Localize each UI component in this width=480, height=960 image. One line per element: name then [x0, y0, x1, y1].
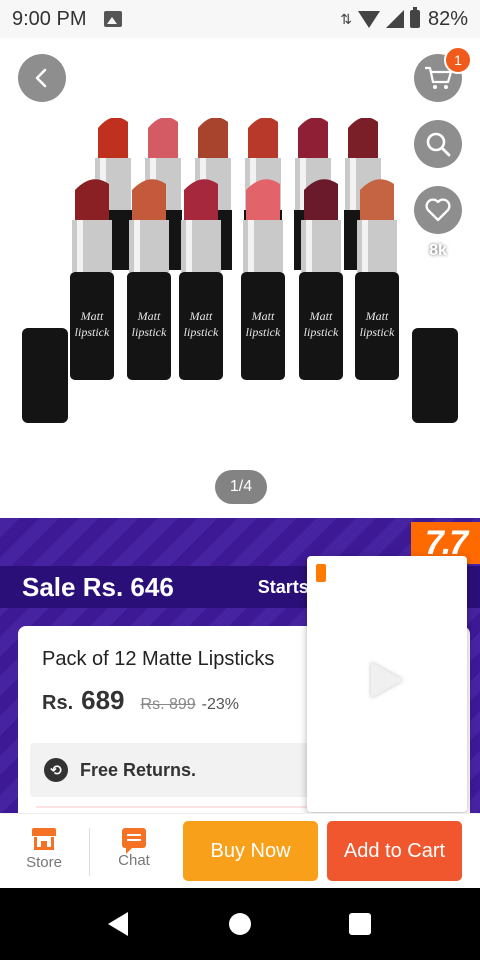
divider	[89, 828, 90, 876]
status-bar: 9:00 PM ⇅ 82%	[0, 0, 480, 38]
lipstick-cap	[412, 328, 458, 423]
cart-count-badge: 1	[444, 46, 472, 74]
lipstick-item: Matt lipstick	[299, 179, 343, 380]
system-navigation-bar	[0, 888, 480, 960]
chat-icon	[122, 828, 146, 854]
system-back-icon[interactable]	[108, 912, 128, 936]
lipstick-item: Matt lipstick	[355, 179, 399, 380]
lipstick-item: Matt lipstick	[127, 179, 171, 380]
chevron-left-icon	[35, 68, 47, 88]
return-icon: ⟲	[44, 758, 68, 782]
add-to-cart-button[interactable]: Add to Cart	[327, 821, 462, 881]
svg-text:Matt: Matt	[80, 309, 104, 323]
bottom-action-bar: Store Chat Buy Now Add to Cart	[0, 813, 480, 888]
discount-percent: -23%	[201, 696, 240, 713]
search-icon	[426, 132, 451, 157]
status-icons: ⇅ 82%	[340, 7, 468, 31]
sale-starts-text: Starts	[257, 576, 309, 597]
lipstick-item: Matt lipstick	[70, 179, 114, 380]
sale-price: Sale Rs. 646	[22, 571, 174, 602]
svg-text:lipstick: lipstick	[184, 325, 219, 339]
play-icon[interactable]	[371, 662, 403, 698]
svg-text:lipstick: lipstick	[304, 325, 339, 339]
status-time: 9:00 PM	[12, 7, 87, 30]
chat-label: Chat	[118, 852, 150, 869]
wishlist-count: 8k	[429, 242, 447, 259]
lipstick-item: Matt lipstick	[179, 179, 223, 380]
system-recents-icon[interactable]	[349, 913, 371, 935]
svg-text:Matt: Matt	[137, 309, 161, 323]
video-tag-icon	[316, 564, 326, 582]
image-page-indicator: 1/4	[215, 470, 267, 504]
svg-text:lipstick: lipstick	[360, 325, 395, 339]
lipstick-cap	[22, 328, 68, 423]
original-price: Rs. 899	[140, 696, 196, 713]
system-home-icon[interactable]	[229, 913, 251, 935]
svg-text:lipstick: lipstick	[132, 325, 167, 339]
store-label: Store	[26, 854, 62, 871]
lipstick-item: Matt lipstick	[241, 179, 285, 380]
battery-percent: 82%	[427, 7, 468, 30]
heart-icon	[425, 198, 451, 222]
back-button[interactable]	[18, 54, 66, 102]
chat-button[interactable]: Chat	[104, 828, 164, 869]
svg-text:Matt: Matt	[251, 309, 275, 323]
svg-text:Matt: Matt	[309, 309, 333, 323]
wishlist-button[interactable]	[414, 186, 462, 234]
cell-signal-icon	[385, 10, 404, 28]
svg-text:lipstick: lipstick	[246, 325, 281, 339]
store-icon	[32, 828, 56, 850]
svg-text:Matt: Matt	[365, 309, 389, 323]
svg-text:Matt: Matt	[189, 309, 213, 323]
free-returns-label: Free Returns.	[80, 759, 197, 780]
data-arrows-icon: ⇅	[340, 10, 352, 27]
image-notification-icon	[104, 11, 123, 27]
store-button[interactable]: Store	[14, 828, 74, 871]
current-price: 689	[81, 685, 125, 715]
search-button[interactable]	[414, 120, 462, 168]
wifi-icon	[357, 10, 380, 28]
product-image: MattlipstickMattlipstickMattlipstickMatt…	[22, 118, 458, 423]
battery-icon	[409, 7, 420, 28]
buy-now-button[interactable]: Buy Now	[183, 821, 318, 881]
video-popup[interactable]	[307, 556, 467, 812]
svg-text:lipstick: lipstick	[75, 325, 110, 339]
price-currency: Rs.	[42, 692, 74, 714]
product-image-gallery[interactable]: Matt lipstick Matt lipstick Matt lipstick Matt…	[0, 38, 480, 518]
